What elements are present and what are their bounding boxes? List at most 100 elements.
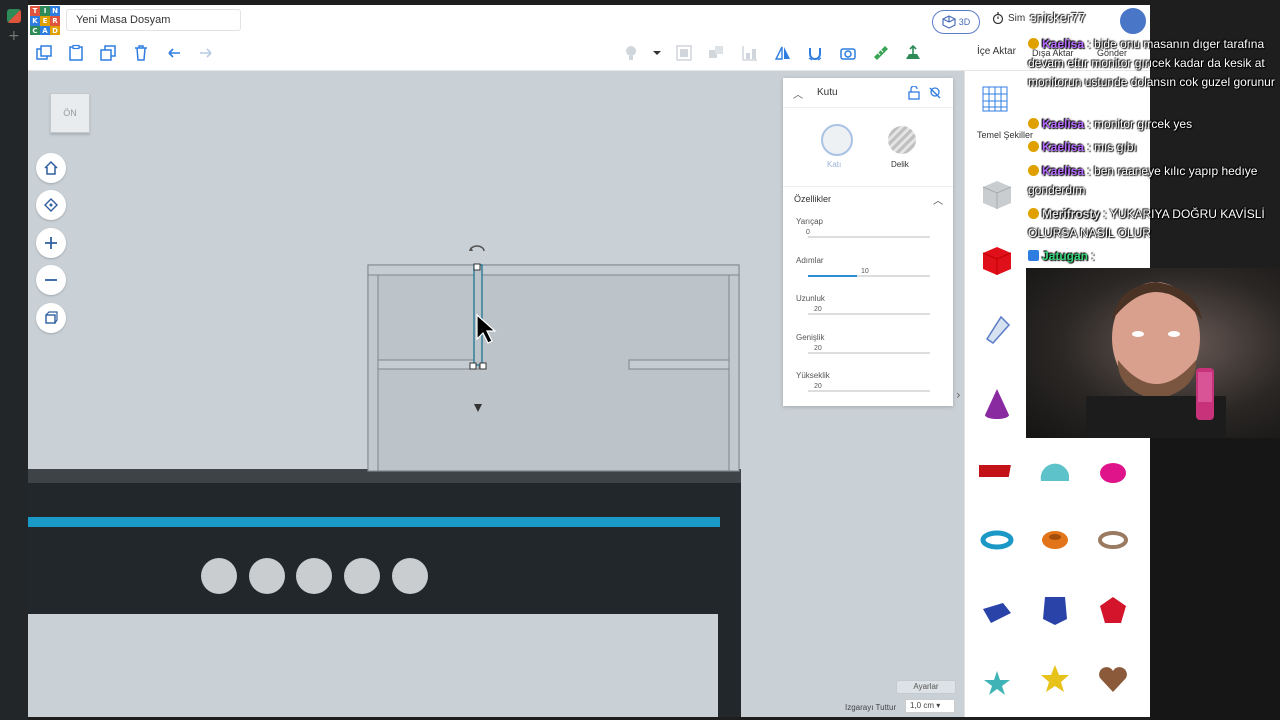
delete-icon[interactable] — [132, 44, 150, 62]
resize-handle[interactable] — [473, 263, 481, 271]
height-slider[interactable] — [808, 390, 930, 392]
button-circle — [249, 558, 285, 594]
copy-icon[interactable] — [35, 44, 53, 62]
import-link[interactable]: İçe Aktar — [977, 46, 1016, 57]
grid-snap-select[interactable]: 1,0 cm ▾ — [905, 699, 955, 713]
shelf-board-right — [628, 359, 730, 370]
redo-icon[interactable] — [197, 44, 215, 62]
solid-option[interactable] — [821, 124, 853, 156]
shape-wedge-blue[interactable] — [977, 593, 1017, 633]
grid-snap-label: Izgarayı Tuttur — [845, 703, 897, 712]
shape-star-gold[interactable] — [1035, 659, 1075, 699]
mirror-icon[interactable] — [774, 44, 792, 62]
ungroup-icon[interactable] — [707, 44, 725, 62]
shape-star-teal[interactable] — [977, 663, 1017, 703]
drawer-panel — [28, 614, 718, 717]
chat-message: Kaelisa : mıs gıbı — [1028, 138, 1280, 157]
prop-steps: Adımlar 10 — [796, 256, 936, 290]
shape-cone[interactable] — [977, 383, 1017, 423]
document-title-field[interactable]: Yeni Masa Dosyam — [66, 9, 241, 31]
paste-icon[interactable] — [67, 44, 85, 62]
shape-category-select[interactable]: Temel Şekiller — [977, 130, 1033, 140]
shape-text[interactable] — [977, 451, 1017, 491]
light-icon[interactable] — [622, 44, 640, 62]
button-circle — [392, 558, 428, 594]
light-off-icon[interactable] — [928, 86, 942, 100]
group-icon[interactable] — [675, 44, 693, 62]
view-mode-button[interactable]: 3D — [932, 10, 980, 34]
resize-handle[interactable] — [469, 362, 477, 370]
shelf-top — [367, 264, 740, 276]
width-value[interactable]: 20 — [812, 345, 824, 352]
simulate-button[interactable]: Sim — [992, 12, 1025, 24]
settings-button[interactable]: Ayarlar — [896, 680, 956, 694]
shape-box[interactable] — [977, 241, 1017, 281]
prop-radius: Yarıçap 0 — [796, 217, 936, 251]
workplane-icon[interactable] — [904, 44, 922, 62]
mod-badge-icon — [1028, 250, 1039, 261]
selected-box[interactable] — [473, 264, 483, 366]
duplicate-icon[interactable] — [99, 44, 117, 62]
align-icon[interactable] — [741, 44, 759, 62]
properties-title: Özellikler — [794, 194, 832, 204]
radius-slider[interactable] — [808, 236, 930, 238]
shape-torus[interactable] — [977, 519, 1017, 559]
steps-slider[interactable] — [808, 275, 930, 277]
cube-icon — [942, 15, 956, 29]
shape-scribble[interactable] — [977, 309, 1017, 349]
chat-message: Kaelisa : bide onu masanın dıger tarafın… — [1028, 37, 1275, 89]
webcam-feed — [1026, 268, 1280, 438]
sub-badge-icon — [1028, 208, 1039, 219]
shape-inspector: ︿ Kutu Katı Delik Özellikler ︿ Yarıçap 0… — [783, 78, 953, 406]
shape-tube[interactable] — [1035, 519, 1075, 559]
shape-hex-prism[interactable] — [1035, 589, 1075, 629]
tinkercad-window: T I N K E R C A D Yeni Masa Dosyam 3D Si… — [28, 5, 1150, 717]
stream-chat: Kaelisa : bide onu masanın dıger tarafın… — [1026, 0, 1280, 263]
chevron-up-icon[interactable]: ︿ — [933, 192, 943, 207]
shelf-left — [367, 274, 379, 472]
chevron-down-icon[interactable] — [648, 44, 666, 62]
shape-heart[interactable] — [1093, 659, 1133, 699]
shape-polyhedron[interactable] — [1093, 591, 1133, 631]
blue-strip — [28, 517, 720, 527]
chat-message: Kaelisa : monitor gırcek yes — [1028, 115, 1280, 134]
shape-ring[interactable] — [1093, 519, 1133, 559]
unlock-icon[interactable] — [907, 86, 921, 100]
collapse-icon[interactable]: ︿ — [793, 86, 803, 101]
properties-section-header[interactable]: Özellikler ︿ — [783, 186, 953, 212]
prop-length: Uzunluk 20 — [796, 294, 936, 328]
inspector-header[interactable]: ︿ Kutu — [783, 78, 953, 108]
height-value[interactable]: 20 — [812, 383, 824, 390]
grid-view-icon[interactable] — [981, 85, 1009, 113]
shape-paraboloid[interactable] — [1093, 451, 1133, 491]
shape-box-hole[interactable] — [977, 175, 1017, 215]
shelf-board-left — [377, 359, 480, 370]
prop-width: Genişlik 20 — [796, 333, 936, 367]
panel-toggle-icon[interactable]: › — [956, 388, 961, 402]
hole-label: Delik — [891, 160, 909, 169]
ruler-icon[interactable] — [872, 44, 890, 62]
tinkercad-logo[interactable]: T I N K E R C A D — [30, 6, 60, 36]
sub-badge-icon — [1028, 165, 1039, 176]
shape-half-cylinder[interactable] — [1035, 451, 1075, 491]
camera-icon[interactable] — [839, 44, 857, 62]
magnet-icon[interactable] — [806, 44, 824, 62]
chat-message: Merifrosty : YUKARIYA DOĞRU KAVİSLİ OLUR… — [1028, 207, 1265, 240]
button-circle — [201, 558, 237, 594]
width-slider[interactable] — [808, 352, 930, 354]
length-value[interactable]: 20 — [812, 306, 824, 313]
timer-icon — [992, 12, 1004, 24]
sub-badge-icon — [1028, 38, 1039, 49]
hole-option[interactable] — [888, 126, 916, 154]
app-switcher-icon[interactable] — [7, 9, 21, 23]
length-slider[interactable] — [808, 313, 930, 315]
steps-value[interactable]: 10 — [859, 268, 871, 275]
resize-handle[interactable] — [479, 362, 487, 370]
undo-icon[interactable] — [165, 44, 183, 62]
solid-label: Katı — [827, 160, 842, 169]
app-header: T I N K E R C A D Yeni Masa Dosyam 3D Si… — [28, 5, 1150, 36]
edit-toolbar: İçe Aktar Dışa Aktar Gönder — [28, 35, 1150, 71]
stream-blank-area — [1150, 438, 1280, 720]
radius-value[interactable]: 0 — [804, 229, 812, 236]
add-icon[interactable]: + — [8, 28, 20, 44]
